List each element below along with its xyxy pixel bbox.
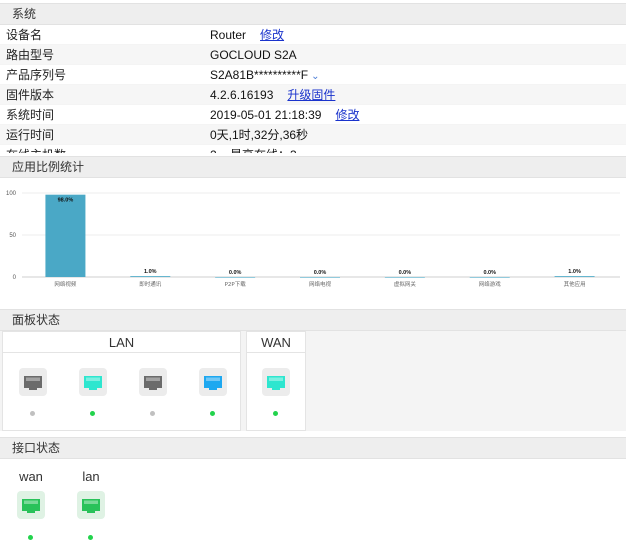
lan-group-title: LAN	[108, 335, 135, 350]
lan-port-1[interactable]	[19, 368, 47, 396]
port-status-dot	[273, 411, 278, 416]
interface-label: wan	[19, 469, 43, 484]
system-info-row: 固件版本 4.2.6.16193 升级固件	[0, 85, 626, 105]
system-info-label: 路由型号	[6, 48, 55, 62]
chart-bar	[130, 276, 171, 277]
x-category-label: 网络电视	[309, 280, 332, 288]
system-info-value-text: S2A81B**********F	[210, 68, 309, 82]
chart-bar	[554, 276, 595, 277]
x-category-label: 网络游戏	[479, 280, 502, 288]
port-status-dot	[150, 411, 155, 416]
app-stats-section-title: 应用比例统计	[0, 156, 626, 178]
system-info-value: GOCLOUD S2A	[210, 45, 297, 64]
interface-status-dot	[28, 535, 33, 540]
system-info-value-text: GOCLOUD S2A	[210, 48, 297, 62]
system-info-label: 产品序列号	[6, 68, 67, 82]
ethernet-port-icon	[82, 499, 100, 513]
interface-status-section-title: 接口状态	[0, 437, 626, 459]
interface-port-lan[interactable]	[77, 491, 105, 519]
system-info-label: 在线主机数	[0, 145, 210, 153]
system-info-value: 0天,1时,32分,36秒	[210, 125, 308, 144]
port-status-dot	[90, 411, 95, 416]
chart-bar	[45, 194, 86, 277]
ethernet-port-icon	[267, 376, 285, 390]
system-info-row: 在线主机数2 最高在线：3	[0, 145, 626, 153]
system-info-row: 系统时间 2019-05-01 21:18:39 修改	[0, 105, 626, 125]
system-info-label: 固件版本	[6, 88, 55, 102]
panel-status-area: LAN WAN	[0, 331, 626, 431]
system-info-row: 设备名 Router 修改	[0, 25, 626, 45]
lan-port-group: LAN	[2, 331, 241, 431]
bar-data-label: 0.0%	[483, 270, 496, 276]
ethernet-port-icon	[24, 376, 42, 390]
system-info-row: 运行时间 0天,1时,32分,36秒	[0, 125, 626, 145]
ethernet-port-icon	[84, 376, 102, 390]
system-info-value-text: Router	[210, 28, 247, 42]
port-status-dot	[30, 411, 35, 416]
system-action-link[interactable]: 升级固件	[287, 88, 335, 102]
chart-bar	[384, 277, 425, 278]
lan-port-2[interactable]	[79, 368, 107, 396]
x-category-label: 即时通讯	[139, 280, 162, 288]
system-info-value: S2A81B**********F ⌄	[210, 65, 319, 84]
app-ratio-chart: 100 50 0 98.0% 网络视频 1.0% 即时通讯 0.0% P2P下载 0.0% 网络电视…	[0, 178, 626, 296]
lan-port-3[interactable]	[139, 368, 167, 396]
system-info-value-text: 2019-05-01 21:18:39	[210, 108, 322, 122]
wan-port-1[interactable]	[262, 368, 290, 396]
bar-data-label: 1.0%	[568, 269, 581, 275]
bar-data-label: 0.0%	[229, 270, 242, 276]
x-category-label: 虚拟网关	[394, 280, 417, 288]
system-action-link[interactable]: 修改	[260, 28, 284, 42]
y-tick-label: 100	[6, 191, 17, 197]
app-ratio-chart-svg: 100 50 0 98.0% 网络视频 1.0% 即时通讯 0.0% P2P下载 0.0% 网络电视…	[6, 191, 620, 288]
y-tick-label: 0	[13, 275, 17, 281]
x-category-label: P2P下载	[225, 280, 247, 288]
x-category-label: 网络视频	[54, 280, 77, 288]
x-category-label: 其他应用	[564, 280, 586, 288]
ethernet-port-icon	[22, 499, 40, 513]
wan-group-title: WAN	[261, 335, 291, 350]
system-info-value: 2 最高在线：3	[210, 145, 297, 153]
ethernet-port-icon	[204, 376, 222, 390]
interface-status-dot	[88, 535, 93, 540]
wan-group-divider	[247, 352, 305, 353]
bar-data-label: 0.0%	[314, 270, 327, 276]
system-info-value: 2019-05-01 21:18:39 修改	[210, 105, 359, 124]
interface-port-wan[interactable]	[17, 491, 45, 519]
bar-data-label: 1.0%	[144, 269, 157, 275]
interface-label: lan	[82, 469, 100, 484]
system-info-label: 运行时间	[6, 128, 55, 142]
chart-bar	[469, 277, 510, 278]
y-tick-label: 50	[9, 233, 16, 239]
ethernet-port-icon	[144, 376, 162, 390]
bar-data-label: 98.0%	[58, 198, 74, 204]
chart-bar	[215, 277, 256, 278]
bar-data-label: 0.0%	[399, 270, 412, 276]
system-info-value-text: 4.2.6.16193	[210, 88, 274, 102]
system-info-table: 设备名 Router 修改 路由型号 GOCLOUD S2A 产品序列号 S2A81B***…	[0, 25, 626, 153]
chevron-down-icon[interactable]: ⌄	[311, 71, 319, 82]
system-action-link[interactable]: 修改	[335, 108, 359, 122]
system-section-title: 系统	[0, 3, 626, 25]
port-status-dot	[210, 411, 215, 416]
system-info-value-text: 2 最高在线：3	[210, 148, 297, 153]
lan-group-divider	[3, 352, 240, 353]
system-info-row: 产品序列号 S2A81B**********F ⌄	[0, 65, 626, 85]
wan-port-group: WAN	[246, 331, 306, 431]
interface-status-area: wan lan	[0, 459, 626, 545]
system-info-value-text: 0天,1时,32分,36秒	[210, 128, 309, 142]
panel-status-section-title: 面板状态	[0, 309, 626, 331]
lan-port-4[interactable]	[199, 368, 227, 396]
system-info-label: 设备名	[6, 28, 43, 42]
system-info-value: 4.2.6.16193 升级固件	[210, 85, 335, 104]
system-info-value: Router 修改	[210, 25, 284, 44]
system-info-label: 系统时间	[6, 108, 55, 122]
chart-bar	[300, 277, 340, 278]
system-info-row: 路由型号 GOCLOUD S2A	[0, 45, 626, 65]
